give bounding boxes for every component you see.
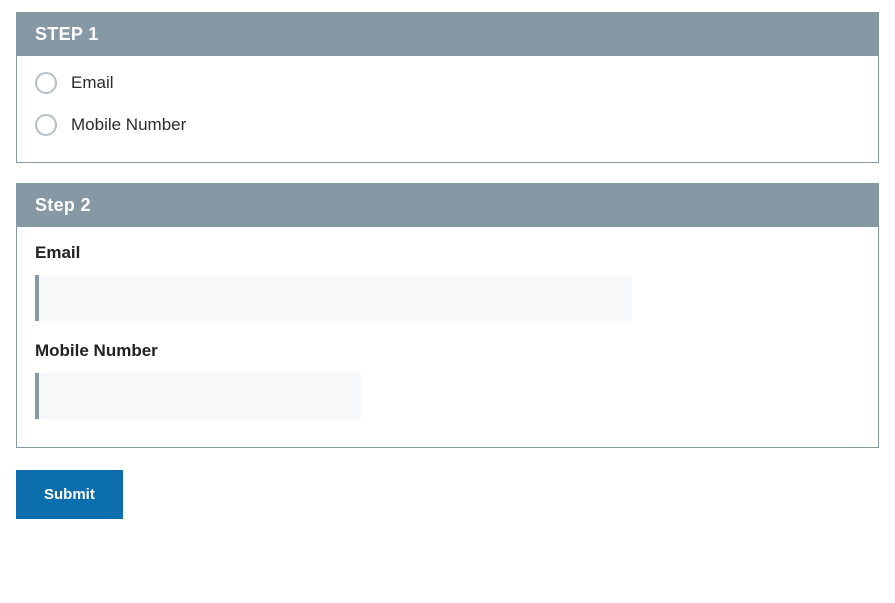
email-input[interactable]: [35, 275, 632, 321]
radio-option-email[interactable]: Email: [35, 72, 860, 94]
field-group-mobile: Mobile Number: [35, 341, 860, 419]
step-1-header: STEP 1: [17, 13, 878, 56]
radio-circle-icon: [35, 72, 57, 94]
mobile-input[interactable]: [35, 373, 361, 419]
radio-label-mobile: Mobile Number: [71, 115, 186, 135]
step-1-body: Email Mobile Number: [17, 56, 878, 162]
email-label: Email: [35, 243, 860, 263]
step-1-panel: STEP 1 Email Mobile Number: [16, 12, 879, 163]
radio-option-mobile[interactable]: Mobile Number: [35, 114, 860, 136]
radio-label-email: Email: [71, 73, 114, 93]
step-2-header: Step 2: [17, 184, 878, 227]
field-group-email: Email: [35, 243, 860, 321]
submit-button[interactable]: Submit: [16, 470, 123, 519]
step-2-body: Email Mobile Number: [17, 227, 878, 447]
step-2-panel: Step 2 Email Mobile Number: [16, 183, 879, 448]
mobile-label: Mobile Number: [35, 341, 860, 361]
radio-circle-icon: [35, 114, 57, 136]
